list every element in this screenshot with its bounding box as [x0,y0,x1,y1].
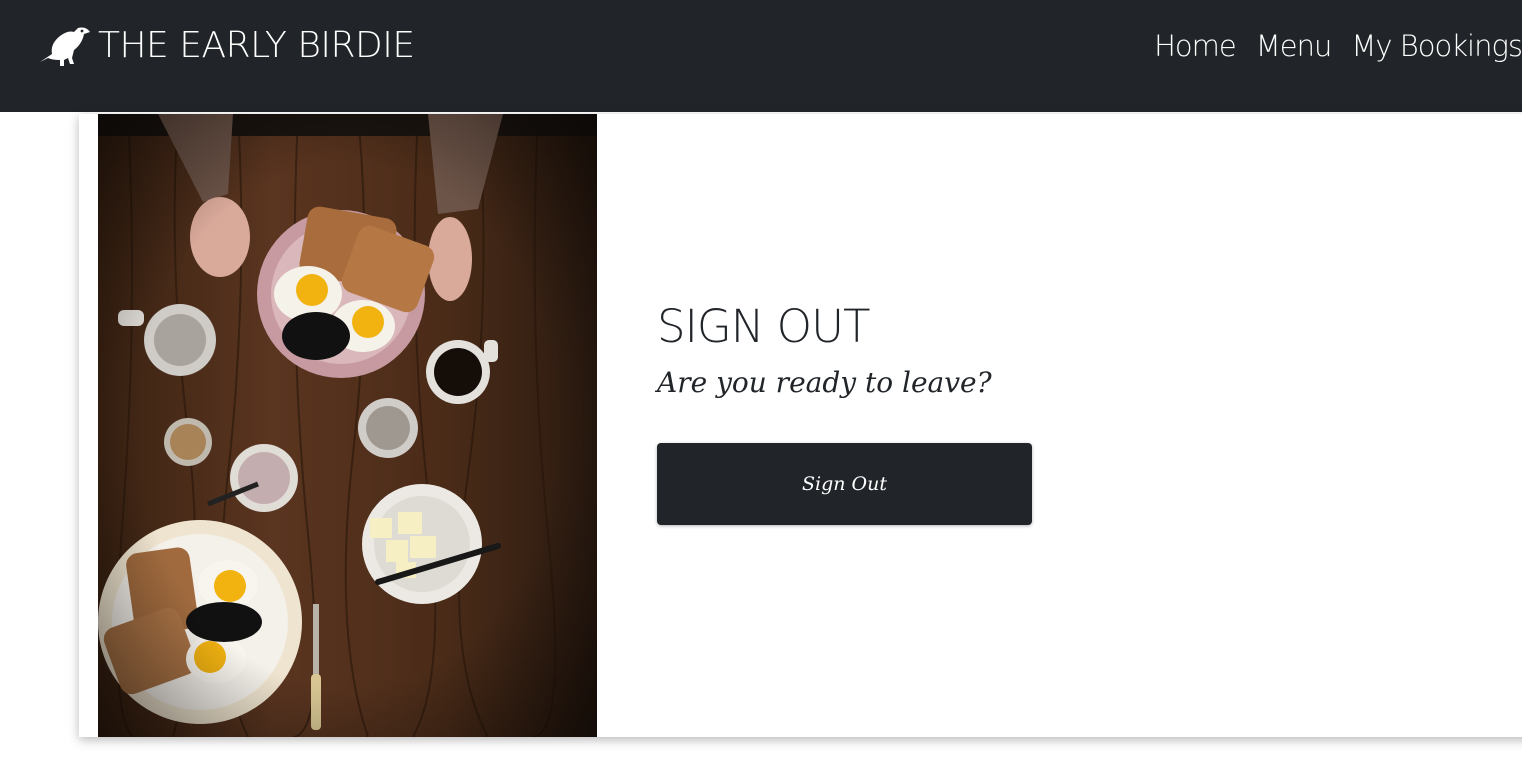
nav-link-home[interactable]: Home [1154,29,1237,63]
navbar: THE EARLY BIRDIE Home Menu My Bookings [0,0,1522,112]
breakfast-table-photo [98,114,597,737]
sign-out-button[interactable]: Sign Out [657,443,1032,525]
main-nav: Home Menu My Bookings [1134,22,1522,70]
bird-icon [40,27,90,66]
nav-link-menu[interactable]: Menu [1256,29,1333,63]
signout-card: SIGN OUT Are you ready to leave? Sign Ou… [79,114,1522,737]
brand-link[interactable]: THE EARLY BIRDIE [38,22,415,70]
page-title: SIGN OUT [657,300,871,353]
signout-panel: SIGN OUT Are you ready to leave? Sign Ou… [657,299,1032,525]
nav-link-my-bookings[interactable]: My Bookings [1351,29,1522,63]
signout-prompt: Are you ready to leave? [657,366,992,399]
brand-title: THE EARLY BIRDIE [98,25,415,66]
